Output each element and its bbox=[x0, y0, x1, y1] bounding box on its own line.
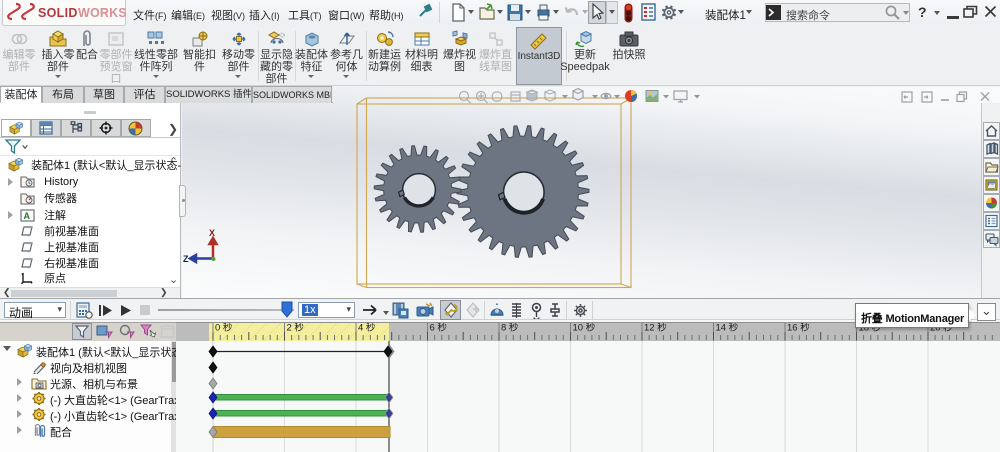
svg-text:6 秒: 6 秒 bbox=[430, 322, 448, 334]
svg-text:4 秒: 4 秒 bbox=[358, 322, 376, 334]
svg-text:0 秒: 0 秒 bbox=[215, 322, 233, 334]
svg-text:10 秒: 10 秒 bbox=[573, 322, 596, 334]
svg-text:8 秒: 8 秒 bbox=[501, 322, 519, 334]
svg-text:16 秒: 16 秒 bbox=[787, 322, 810, 334]
svg-text:SOLID: SOLID bbox=[38, 6, 78, 20]
svg-text:X: X bbox=[209, 228, 215, 238]
svg-text:14 秒: 14 秒 bbox=[716, 322, 739, 334]
svg-text:Z: Z bbox=[183, 254, 189, 264]
svg-text:WORKS: WORKS bbox=[78, 6, 126, 20]
svg-text:12 秒: 12 秒 bbox=[644, 322, 667, 334]
svg-text:2 秒: 2 秒 bbox=[287, 322, 305, 334]
svg-text:A: A bbox=[24, 211, 31, 221]
